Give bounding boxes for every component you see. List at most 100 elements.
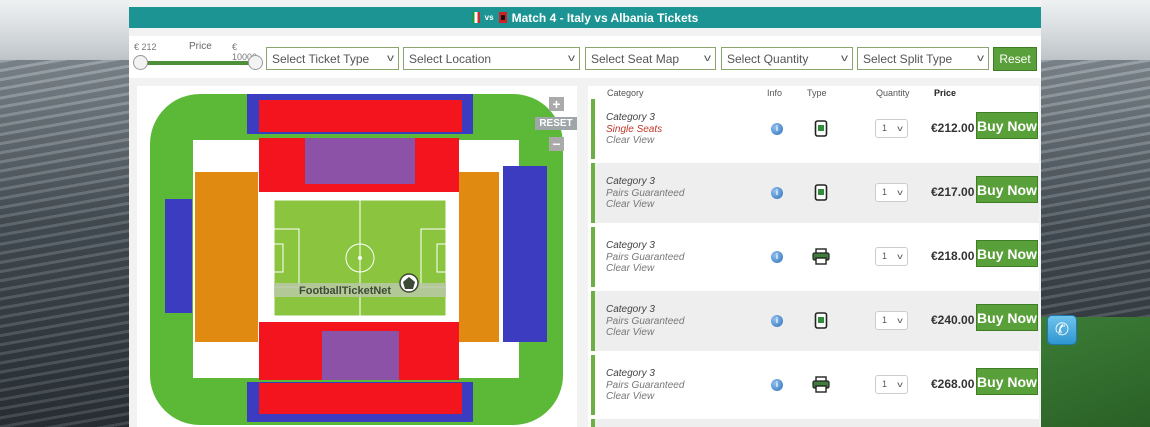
map-section-bottom-upper[interactable] [259, 383, 462, 414]
ticket-price: €218.00 [931, 249, 975, 263]
mobile-ticket-icon [814, 184, 828, 201]
seating-map-svg: FootballTicketNet [150, 94, 563, 425]
ticket-widget: vs Match 4 - Italy vs Albania Tickets € … [129, 0, 1041, 427]
mobile-ticket-icon [814, 120, 828, 137]
filter-bar: € 212 Price € 10000 Select Ticket Type v… [129, 36, 1041, 78]
ticket-row[interactable]: Category 3 Pairs Guaranteed Clear View i… [591, 227, 1039, 287]
category-view: Clear View [606, 199, 655, 210]
ticket-row[interactable]: Category 3 Single Seats Clear View i 1v … [591, 99, 1039, 159]
chevron-down-icon: v [897, 316, 903, 325]
category-name: Category 3 [606, 112, 655, 123]
ticket-row[interactable]: Category 3 Pairs Guaranteed Clear View i… [591, 163, 1039, 223]
category-seating: Pairs Guaranteed [606, 315, 685, 327]
price-slider-min-handle[interactable] [133, 55, 148, 70]
quantity-value: 1 [882, 123, 888, 133]
price-min-label: € 212 [134, 42, 157, 52]
quantity-value: 1 [882, 187, 888, 197]
buy-now-button[interactable]: Buy Now [976, 368, 1038, 395]
ticket-category: Category 3 Pairs Guaranteed Clear View [606, 368, 684, 403]
category-view: Clear View [606, 135, 655, 146]
map-section-right-main[interactable] [459, 172, 499, 342]
ticket-list-header: Category Info Type Quantity Price [588, 86, 1039, 99]
ticket-category: Category 3 Pairs Guaranteed Clear View [606, 240, 684, 275]
watermark-text: FootballTicketNet [299, 285, 391, 297]
mobile-ticket-icon [814, 312, 828, 329]
match-title-bar: vs Match 4 - Italy vs Albania Tickets [129, 7, 1041, 28]
category-view: Clear View [606, 391, 655, 402]
quantity-select[interactable]: 1v [875, 119, 908, 138]
chevron-down-icon: v [841, 53, 848, 64]
category-name: Category 3 [606, 176, 655, 187]
category-seating: Pairs Guaranteed [606, 379, 685, 391]
info-icon[interactable]: i [771, 123, 783, 135]
category-name: Category 3 [606, 240, 655, 251]
info-icon[interactable]: i [771, 187, 783, 199]
info-icon[interactable]: i [771, 251, 783, 263]
chevron-down-icon: v [897, 188, 903, 197]
buy-now-button[interactable]: Buy Now [976, 112, 1038, 139]
chevron-down-icon: v [704, 53, 711, 64]
pitch-center-spot [358, 256, 362, 260]
zoom-reset-button[interactable]: RESET [535, 117, 577, 130]
category-view: Clear View [606, 327, 655, 338]
quantity-select[interactable]: 1v [875, 311, 908, 330]
chevron-down-icon: v [568, 53, 575, 64]
ticket-row-partial [591, 419, 1039, 427]
ticket-price: €217.00 [931, 185, 975, 199]
ticket-price: €212.00 [931, 121, 975, 135]
zoom-out-button[interactable]: − [549, 137, 564, 151]
category-seating: Single Seats [606, 123, 663, 135]
price-slider-max-handle[interactable] [248, 55, 263, 70]
quantity-select[interactable]: Select Quantity v [721, 47, 853, 70]
map-section-left-main[interactable] [195, 172, 258, 342]
quantity-value: 1 [882, 379, 888, 389]
quantity-select[interactable]: 1v [875, 247, 908, 266]
map-section-left-outer[interactable] [165, 199, 192, 313]
split-type-select[interactable]: Select Split Type v [857, 47, 989, 70]
header-category: Category [607, 88, 644, 98]
category-name: Category 3 [606, 304, 655, 315]
buy-now-button[interactable]: Buy Now [976, 176, 1038, 203]
ticket-price: €268.00 [931, 377, 975, 391]
zoom-in-button[interactable]: + [549, 97, 564, 111]
ticket-type-select[interactable]: Select Ticket Type v [266, 47, 399, 70]
ticket-category: Category 3 Pairs Guaranteed Clear View [606, 176, 684, 211]
quantity-value: 1 [882, 315, 888, 325]
category-seating: Pairs Guaranteed [606, 251, 685, 263]
ticket-category: Category 3 Single Seats Clear View [606, 112, 662, 147]
print-ticket-icon [812, 248, 830, 265]
map-section-top-upper[interactable] [259, 100, 462, 132]
buy-now-button[interactable]: Buy Now [976, 304, 1038, 331]
ticket-category: Category 3 Pairs Guaranteed Clear View [606, 304, 684, 339]
italy-flag-icon [471, 12, 480, 23]
ticket-row[interactable]: Category 3 Pairs Guaranteed Clear View i… [591, 355, 1039, 415]
header-type: Type [807, 88, 827, 98]
map-section-top-center[interactable] [305, 138, 415, 184]
reset-filters-button[interactable]: Reset [993, 47, 1037, 71]
price-slider-track[interactable] [140, 61, 258, 65]
location-value: Select Location [409, 51, 492, 66]
stadium-map: FootballTicketNet + RESET − [137, 86, 577, 427]
quantity-value: 1 [882, 251, 888, 261]
quantity-select[interactable]: 1v [875, 183, 908, 202]
info-icon[interactable]: i [771, 379, 783, 391]
ticket-row[interactable]: Category 3 Pairs Guaranteed Clear View i… [591, 291, 1039, 351]
map-section-right-outer[interactable] [503, 166, 547, 342]
category-name: Category 3 [606, 368, 655, 379]
price-filter: € 212 Price € 10000 [132, 38, 264, 76]
location-select[interactable]: Select Location v [403, 47, 580, 70]
ticket-list: Category Info Type Quantity Price Catego… [588, 86, 1039, 427]
background-stands-left [0, 60, 140, 427]
quantity-select[interactable]: 1v [875, 375, 908, 394]
seat-map-select[interactable]: Select Seat Map v [585, 47, 716, 70]
ticket-type-value: Select Ticket Type [272, 51, 370, 66]
print-ticket-icon [812, 376, 830, 393]
info-icon[interactable]: i [771, 315, 783, 327]
chevron-down-icon: v [977, 53, 984, 64]
buy-now-button[interactable]: Buy Now [976, 240, 1038, 267]
map-section-bottom-center[interactable] [322, 331, 399, 380]
header-quantity: Quantity [876, 88, 910, 98]
category-seating: Pairs Guaranteed [606, 187, 685, 199]
seat-map-value: Select Seat Map [591, 51, 680, 66]
phone-icon[interactable]: ✆ [1047, 315, 1077, 345]
